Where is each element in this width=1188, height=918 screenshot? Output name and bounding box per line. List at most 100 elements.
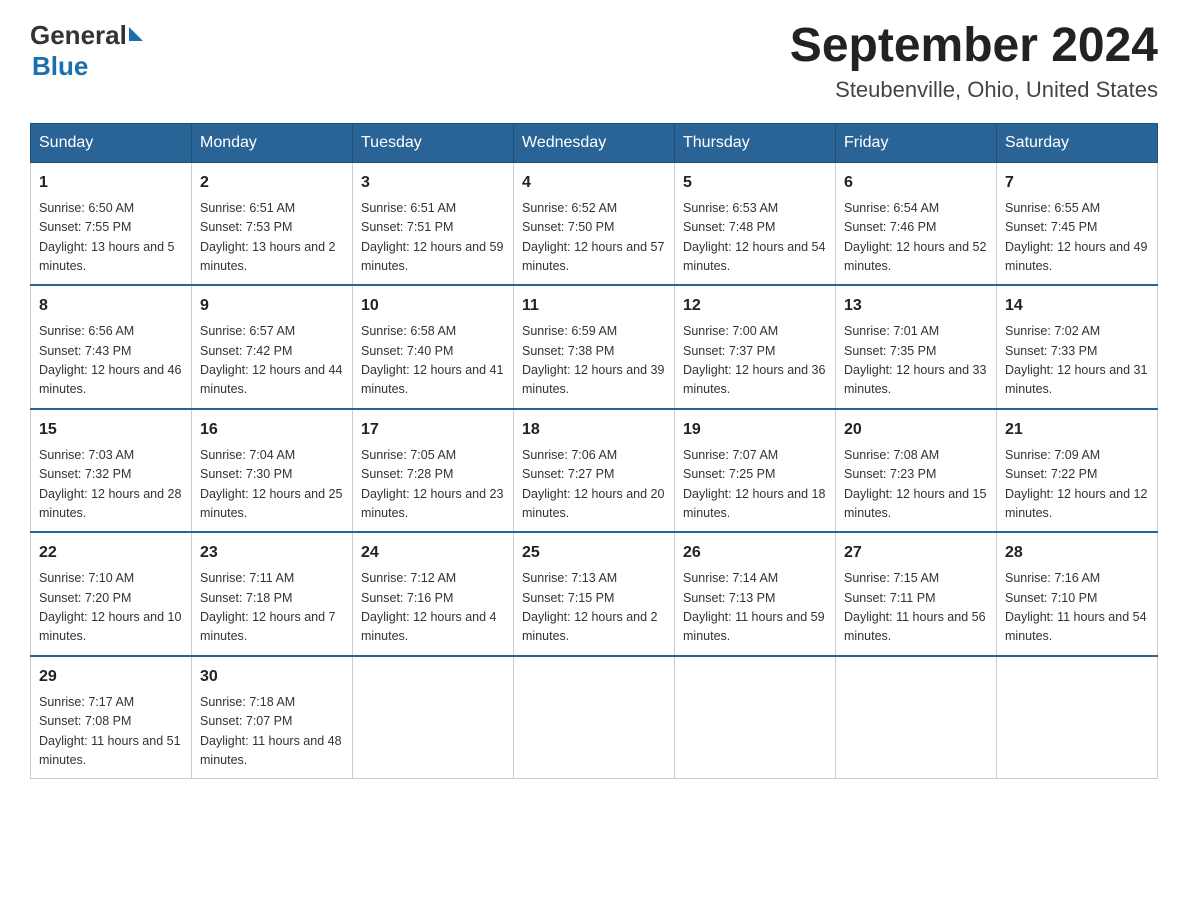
calendar-week-row: 1Sunrise: 6:50 AMSunset: 7:55 PMDaylight… xyxy=(31,162,1158,285)
day-info: Sunrise: 7:18 AMSunset: 7:07 PMDaylight:… xyxy=(200,693,344,771)
day-number: 18 xyxy=(522,418,666,442)
day-number: 24 xyxy=(361,541,505,565)
day-info: Sunrise: 7:08 AMSunset: 7:23 PMDaylight:… xyxy=(844,446,988,524)
day-header-tuesday: Tuesday xyxy=(353,123,514,162)
day-info: Sunrise: 7:03 AMSunset: 7:32 PMDaylight:… xyxy=(39,446,183,524)
calendar-cell xyxy=(836,656,997,779)
day-number: 20 xyxy=(844,418,988,442)
day-header-thursday: Thursday xyxy=(675,123,836,162)
calendar-week-row: 29Sunrise: 7:17 AMSunset: 7:08 PMDayligh… xyxy=(31,656,1158,779)
day-info: Sunrise: 6:59 AMSunset: 7:38 PMDaylight:… xyxy=(522,322,666,400)
calendar-cell xyxy=(997,656,1158,779)
calendar-week-row: 8 Sunrise: 6:56 AMSunset: 7:43 PMDaylight… xyxy=(31,285,1158,409)
location-title: Steubenville, Ohio, United States xyxy=(790,77,1158,103)
day-number: 25 xyxy=(522,541,666,565)
day-info: Sunrise: 7:17 AMSunset: 7:08 PMDaylight:… xyxy=(39,693,183,771)
calendar-cell: 11 Sunrise: 6:59 AMSunset: 7:38 PMDayligh… xyxy=(514,285,675,409)
calendar-cell: 19 Sunrise: 7:07 AMSunset: 7:25 PMDayligh… xyxy=(675,409,836,533)
calendar-cell xyxy=(514,656,675,779)
calendar-cell: 16 Sunrise: 7:04 AMSunset: 7:30 PMDayligh… xyxy=(192,409,353,533)
day-info: Sunrise: 7:05 AMSunset: 7:28 PMDaylight:… xyxy=(361,446,505,524)
day-number: 27 xyxy=(844,541,988,565)
day-info: Sunrise: 7:13 AMSunset: 7:15 PMDaylight:… xyxy=(522,569,666,647)
calendar-cell: 25 Sunrise: 7:13 AMSunset: 7:15 PMDayligh… xyxy=(514,532,675,656)
logo-triangle-icon xyxy=(129,27,143,41)
day-number: 13 xyxy=(844,294,988,318)
day-header-saturday: Saturday xyxy=(997,123,1158,162)
calendar-header-row: SundayMondayTuesdayWednesdayThursdayFrid… xyxy=(31,123,1158,162)
day-info: Sunrise: 7:12 AMSunset: 7:16 PMDaylight:… xyxy=(361,569,505,647)
day-info: Sunrise: 7:16 AMSunset: 7:10 PMDaylight:… xyxy=(1005,569,1149,647)
logo: General Blue xyxy=(30,20,143,82)
month-title: September 2024 xyxy=(790,20,1158,73)
calendar-cell: 26 Sunrise: 7:14 AMSunset: 7:13 PMDayligh… xyxy=(675,532,836,656)
calendar-cell xyxy=(675,656,836,779)
calendar-cell: 14 Sunrise: 7:02 AMSunset: 7:33 PMDayligh… xyxy=(997,285,1158,409)
day-number: 15 xyxy=(39,418,183,442)
day-info: Sunrise: 6:56 AMSunset: 7:43 PMDaylight:… xyxy=(39,322,183,400)
day-number: 8 xyxy=(39,294,183,318)
calendar-cell: 5Sunrise: 6:53 AMSunset: 7:48 PMDaylight… xyxy=(675,162,836,285)
day-number: 6 xyxy=(844,171,988,195)
calendar-cell: 9 Sunrise: 6:57 AMSunset: 7:42 PMDaylight… xyxy=(192,285,353,409)
calendar-cell: 4Sunrise: 6:52 AMSunset: 7:50 PMDaylight… xyxy=(514,162,675,285)
calendar-cell: 23 Sunrise: 7:11 AMSunset: 7:18 PMDayligh… xyxy=(192,532,353,656)
day-number: 30 xyxy=(200,665,344,689)
day-info: Sunrise: 7:15 AMSunset: 7:11 PMDaylight:… xyxy=(844,569,988,647)
day-number: 23 xyxy=(200,541,344,565)
day-number: 1 xyxy=(39,171,183,195)
calendar-cell: 22Sunrise: 7:10 AMSunset: 7:20 PMDayligh… xyxy=(31,532,192,656)
day-info: Sunrise: 7:07 AMSunset: 7:25 PMDaylight:… xyxy=(683,446,827,524)
day-info: Sunrise: 7:04 AMSunset: 7:30 PMDaylight:… xyxy=(200,446,344,524)
calendar-cell: 8 Sunrise: 6:56 AMSunset: 7:43 PMDaylight… xyxy=(31,285,192,409)
calendar-cell: 12 Sunrise: 7:00 AMSunset: 7:37 PMDayligh… xyxy=(675,285,836,409)
day-number: 2 xyxy=(200,171,344,195)
day-info: Sunrise: 6:51 AMSunset: 7:53 PMDaylight:… xyxy=(200,199,344,277)
calendar-table: SundayMondayTuesdayWednesdayThursdayFrid… xyxy=(30,123,1158,780)
calendar-cell: 21Sunrise: 7:09 AMSunset: 7:22 PMDayligh… xyxy=(997,409,1158,533)
calendar-cell: 7 Sunrise: 6:55 AMSunset: 7:45 PMDaylight… xyxy=(997,162,1158,285)
day-number: 28 xyxy=(1005,541,1149,565)
day-number: 22 xyxy=(39,541,183,565)
day-header-monday: Monday xyxy=(192,123,353,162)
day-info: Sunrise: 7:02 AMSunset: 7:33 PMDaylight:… xyxy=(1005,322,1149,400)
day-info: Sunrise: 7:01 AMSunset: 7:35 PMDaylight:… xyxy=(844,322,988,400)
day-number: 16 xyxy=(200,418,344,442)
title-section: September 2024 Steubenville, Ohio, Unite… xyxy=(790,20,1158,103)
day-number: 11 xyxy=(522,294,666,318)
day-info: Sunrise: 7:06 AMSunset: 7:27 PMDaylight:… xyxy=(522,446,666,524)
day-info: Sunrise: 7:00 AMSunset: 7:37 PMDaylight:… xyxy=(683,322,827,400)
calendar-cell: 6Sunrise: 6:54 AMSunset: 7:46 PMDaylight… xyxy=(836,162,997,285)
calendar-cell: 27 Sunrise: 7:15 AMSunset: 7:11 PMDayligh… xyxy=(836,532,997,656)
day-number: 26 xyxy=(683,541,827,565)
calendar-cell: 17 Sunrise: 7:05 AMSunset: 7:28 PMDayligh… xyxy=(353,409,514,533)
day-number: 19 xyxy=(683,418,827,442)
day-info: Sunrise: 7:14 AMSunset: 7:13 PMDaylight:… xyxy=(683,569,827,647)
calendar-cell: 28 Sunrise: 7:16 AMSunset: 7:10 PMDayligh… xyxy=(997,532,1158,656)
calendar-cell: 1Sunrise: 6:50 AMSunset: 7:55 PMDaylight… xyxy=(31,162,192,285)
day-info: Sunrise: 6:57 AMSunset: 7:42 PMDaylight:… xyxy=(200,322,344,400)
day-header-wednesday: Wednesday xyxy=(514,123,675,162)
day-header-sunday: Sunday xyxy=(31,123,192,162)
calendar-week-row: 15 Sunrise: 7:03 AMSunset: 7:32 PMDayligh… xyxy=(31,409,1158,533)
calendar-cell: 13 Sunrise: 7:01 AMSunset: 7:35 PMDayligh… xyxy=(836,285,997,409)
day-number: 10 xyxy=(361,294,505,318)
day-number: 7 xyxy=(1005,171,1149,195)
calendar-cell: 3Sunrise: 6:51 AMSunset: 7:51 PMDaylight… xyxy=(353,162,514,285)
calendar-cell: 29Sunrise: 7:17 AMSunset: 7:08 PMDayligh… xyxy=(31,656,192,779)
day-number: 17 xyxy=(361,418,505,442)
day-number: 14 xyxy=(1005,294,1149,318)
day-header-friday: Friday xyxy=(836,123,997,162)
day-info: Sunrise: 7:11 AMSunset: 7:18 PMDaylight:… xyxy=(200,569,344,647)
day-number: 3 xyxy=(361,171,505,195)
page-header: General Blue September 2024 Steubenville… xyxy=(30,20,1158,103)
calendar-week-row: 22Sunrise: 7:10 AMSunset: 7:20 PMDayligh… xyxy=(31,532,1158,656)
day-number: 9 xyxy=(200,294,344,318)
day-number: 4 xyxy=(522,171,666,195)
calendar-cell: 24 Sunrise: 7:12 AMSunset: 7:16 PMDayligh… xyxy=(353,532,514,656)
calendar-cell: 10Sunrise: 6:58 AMSunset: 7:40 PMDayligh… xyxy=(353,285,514,409)
day-number: 12 xyxy=(683,294,827,318)
logo-general-text: General xyxy=(30,20,127,51)
day-info: Sunrise: 6:55 AMSunset: 7:45 PMDaylight:… xyxy=(1005,199,1149,277)
logo-blue-text: Blue xyxy=(32,51,88,82)
